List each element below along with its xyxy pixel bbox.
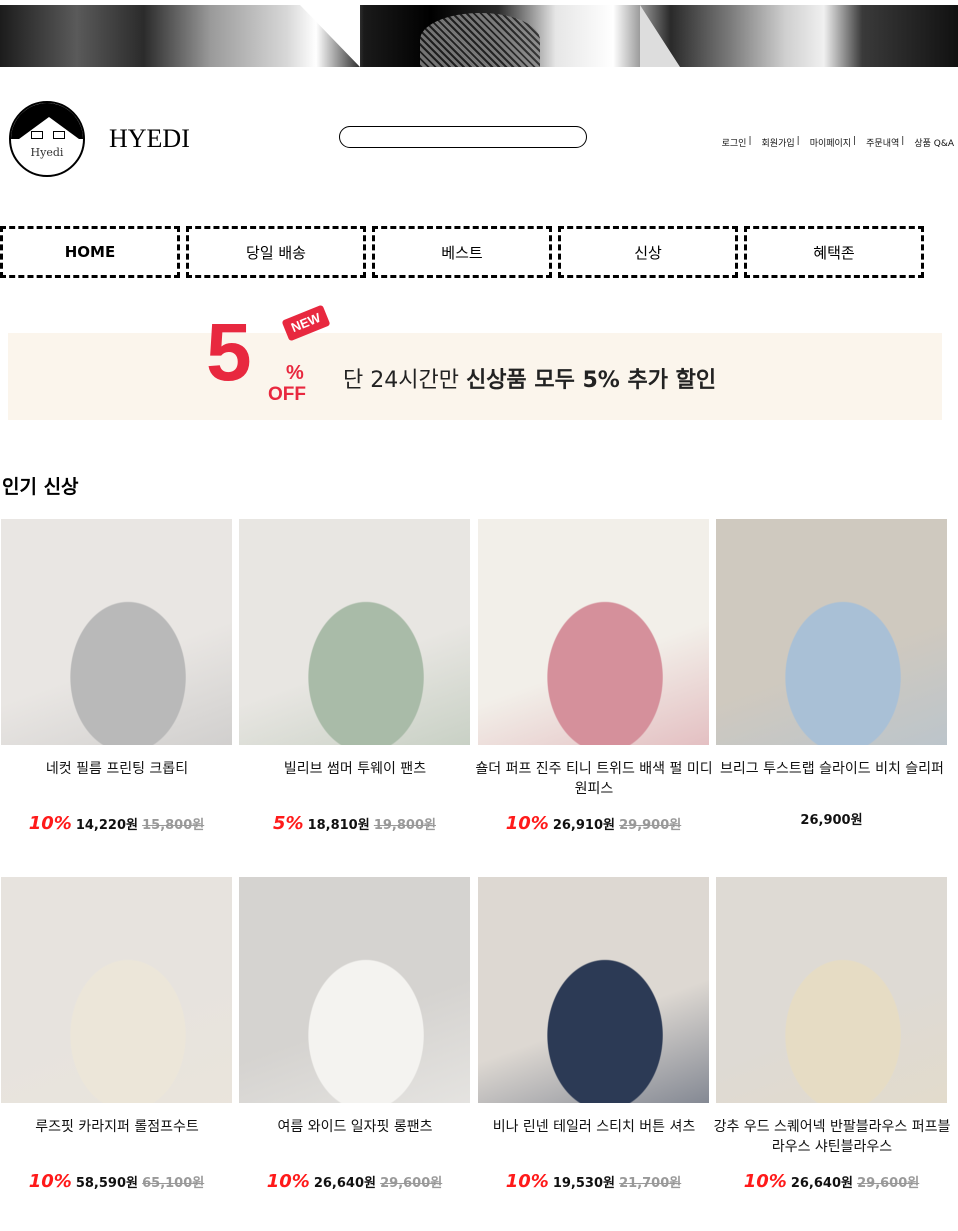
product-card[interactable]: 여름 와이드 일자핏 롱팬츠 10% 26,640원 29,600원 [239,877,470,1192]
product-image[interactable] [716,877,947,1103]
discount-rate: 10% [266,1171,310,1192]
discount-rate: 5% [273,813,304,834]
product-image[interactable] [478,519,709,745]
product-image[interactable] [1,519,232,745]
original-price: 65,100원 [142,1176,205,1191]
top-photo-banner [0,5,958,67]
original-price: 29,900원 [619,818,682,833]
product-image[interactable] [716,519,947,745]
mypage-link[interactable]: 마이페이지 [810,136,851,149]
product-name[interactable]: 네컷 필름 프린팅 크롭티 [0,759,237,779]
product-price: 10% 19,530원 21,700원 [478,1171,709,1192]
nav-benefit-zone[interactable]: 혜택존 [744,226,924,278]
discount-rate: 10% [28,813,72,834]
product-card[interactable]: 브리그 투스트랩 슬라이드 비치 슬리퍼 26,900원 [716,519,947,828]
promo-text-bold: 신상품 모두 5% 추가 할인 [465,368,717,393]
brand-name[interactable]: HYEDI [109,124,190,154]
banner-shape [300,5,360,67]
product-card[interactable]: 빌리브 썸머 투웨이 팬츠 5% 18,810원 19,800원 [239,519,470,834]
product-card[interactable]: 강추 우드 스퀘어넥 반팔블라우스 퍼프블라우스 샤틴블라우스 10% 26,64… [714,877,950,1192]
sale-price: 26,640원 [313,1176,376,1191]
main-nav: HOME 당일 배송 베스트 신상 혜택존 [0,226,958,278]
logo[interactable]: Hyedi [9,101,85,177]
discount-rate: 10% [505,1171,549,1192]
product-name[interactable]: 브리그 투스트랩 슬라이드 비치 슬리퍼 [712,759,952,779]
promo-text-prefix: 단 24시간만 [343,368,466,393]
product-qa-link[interactable]: 상품 Q&A [914,136,954,149]
product-price: 10% 14,220원 15,800원 [1,813,232,834]
product-image[interactable] [478,877,709,1103]
signup-link[interactable]: 회원가입 [762,136,795,149]
sale-price: 19,530원 [552,1176,615,1191]
login-link[interactable]: 로그인 [722,136,747,149]
product-price: 10% 26,640원 29,600원 [716,1171,947,1192]
product-price: 10% 58,590원 65,100원 [1,1171,232,1192]
product-price: 10% 26,640원 29,600원 [239,1171,470,1192]
logo-text: Hyedi [30,146,64,159]
product-price: 10% 26,910원 29,900원 [478,813,709,834]
top-links: 로그인 | 회원가입 | 마이페이지 | 주문내역 | 상품 Q&A [722,136,954,149]
original-price: 29,600원 [380,1176,443,1191]
product-card[interactable]: 루즈핏 카라지퍼 롤점프수트 10% 58,590원 65,100원 [1,877,232,1192]
product-name[interactable]: 강추 우드 스퀘어넥 반팔블라우스 퍼프블라우스 샤틴블라우스 [712,1117,952,1157]
product-price: 26,900원 [716,809,947,828]
search-input[interactable] [339,126,587,148]
banner-shape [420,13,540,67]
separator: | [901,136,905,146]
product-name[interactable]: 비나 린넨 테일러 스티치 버튼 셔츠 [474,1117,714,1137]
discount-rate: 10% [743,1171,787,1192]
section-title: 인기 신상 [2,476,79,498]
nav-same-day-delivery[interactable]: 당일 배송 [186,226,366,278]
product-card[interactable]: 네컷 필름 프린팅 크롭티 10% 14,220원 15,800원 [1,519,232,834]
orders-link[interactable]: 주문내역 [866,136,899,149]
promo-off: OFF [268,384,306,405]
original-price: 19,800원 [373,818,436,833]
sale-price: 18,810원 [307,818,370,833]
nav-home[interactable]: HOME [0,226,180,278]
separator: | [748,136,752,146]
product-name[interactable]: 루즈핏 카라지퍼 롤점프수트 [0,1117,237,1137]
sale-price: 14,220원 [75,818,138,833]
separator: | [853,136,857,146]
product-name[interactable]: 숄더 퍼프 진주 티니 트위드 배색 펄 미디 원피스 [474,759,714,799]
product-image[interactable] [1,877,232,1103]
product-name[interactable]: 여름 와이드 일자핏 롱팬츠 [235,1117,475,1137]
product-name[interactable]: 빌리브 썸머 투웨이 팬츠 [235,759,475,779]
product-image[interactable] [239,519,470,745]
product-price: 5% 18,810원 19,800원 [239,813,470,834]
banner-shape [640,5,680,67]
product-card[interactable]: 비나 린넨 테일러 스티치 버튼 셔츠 10% 19,530원 21,700원 [478,877,709,1192]
discount-rate: 10% [28,1171,72,1192]
original-price: 15,800원 [142,818,205,833]
original-price: 29,600원 [857,1176,920,1191]
logo-window-icon [53,131,65,139]
promo-number: 5 [206,307,252,398]
logo-window-icon [31,131,43,139]
sale-price: 26,640원 [790,1176,853,1191]
product-card[interactable]: 숄더 퍼프 진주 티니 트위드 배색 펄 미디 원피스 10% 26,910원 2… [475,519,713,834]
nav-best[interactable]: 베스트 [372,226,552,278]
promo-text: 단 24시간만 신상품 모두 5% 추가 할인 [343,362,716,394]
sale-price: 26,910원 [552,818,615,833]
logo-roof-icon [11,103,83,139]
sale-price: 26,900원 [800,813,863,828]
separator: | [796,136,800,146]
sale-price: 58,590원 [75,1176,138,1191]
discount-rate: 10% [505,813,549,834]
nav-new[interactable]: 신상 [558,226,738,278]
promo-percent: % [286,362,304,384]
original-price: 21,700원 [619,1176,682,1191]
product-image[interactable] [239,877,470,1103]
